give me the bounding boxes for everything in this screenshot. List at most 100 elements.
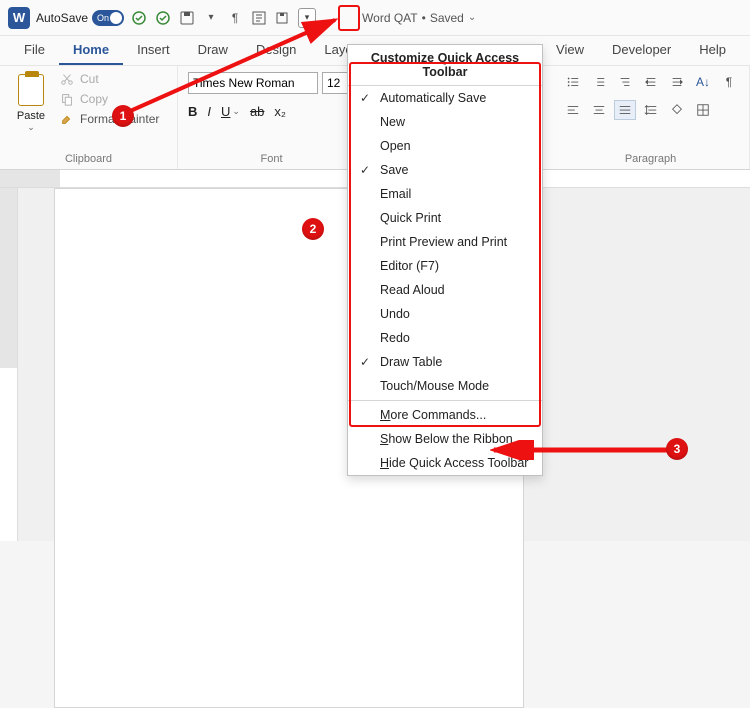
show-below-label: Show Below the Ribbon bbox=[380, 432, 513, 446]
menu-item-touch-mouse-mode[interactable]: Touch/Mouse Mode bbox=[348, 374, 542, 398]
qat-save-as-icon[interactable] bbox=[274, 9, 292, 27]
menu-item-label: Editor (F7) bbox=[380, 259, 439, 273]
tab-home[interactable]: Home bbox=[59, 36, 123, 65]
qat-icon-2[interactable] bbox=[154, 9, 172, 27]
menu-item-draw-table[interactable]: ✓ Draw Table bbox=[348, 350, 542, 374]
sort-button[interactable]: A↓ bbox=[692, 72, 714, 92]
menu-item-automatically-save[interactable]: ✓ Automatically Save bbox=[348, 86, 542, 110]
chevron-down-icon: ▾ bbox=[305, 12, 310, 23]
bullets-button[interactable] bbox=[562, 72, 584, 92]
menu-item-label: Print Preview and Print bbox=[380, 235, 507, 249]
scissors-icon bbox=[60, 72, 74, 86]
strike-button[interactable]: ab bbox=[250, 104, 264, 119]
group-label-font: Font bbox=[188, 151, 355, 165]
qat-text-icon[interactable] bbox=[250, 9, 268, 27]
cut-label: Cut bbox=[80, 72, 99, 86]
copy-button[interactable]: Copy bbox=[60, 92, 159, 106]
menu-show-below-ribbon[interactable]: Show Below the Ribbon bbox=[348, 427, 542, 451]
menu-item-label: New bbox=[380, 115, 405, 129]
menu-item-label: Draw Table bbox=[380, 355, 442, 369]
more-commands-label: More Commands... bbox=[380, 408, 486, 422]
menu-item-label: Automatically Save bbox=[380, 91, 486, 105]
check-icon: ✓ bbox=[358, 91, 372, 105]
menu-hide-qat[interactable]: Hide Quick Access Toolbar bbox=[348, 451, 542, 475]
align-justify-button[interactable] bbox=[614, 100, 636, 120]
tab-draw[interactable]: Draw bbox=[184, 36, 242, 65]
autosave[interactable]: AutoSave On bbox=[36, 10, 124, 26]
font-name-select[interactable] bbox=[188, 72, 318, 94]
paste-label: Paste bbox=[17, 110, 45, 122]
bold-button[interactable]: B bbox=[188, 104, 197, 119]
group-label-clipboard: Clipboard bbox=[10, 151, 167, 165]
menu-item-label: Quick Print bbox=[380, 211, 441, 225]
menu-item-undo[interactable]: Undo bbox=[348, 302, 542, 326]
document-title[interactable]: Word QAT • Saved ⌄ bbox=[362, 11, 476, 25]
line-spacing-button[interactable] bbox=[640, 100, 662, 120]
qat-customize-dropdown-button[interactable]: ▾ bbox=[298, 8, 316, 28]
qat-save-icon[interactable] bbox=[178, 9, 196, 27]
menu-item-label: Open bbox=[380, 139, 411, 153]
menu-item-label: Redo bbox=[380, 331, 410, 345]
autosave-toggle-state: On bbox=[97, 13, 109, 23]
group-font: B I U⌄ ab x₂ Font bbox=[178, 66, 366, 169]
group-paragraph: A↓ ¶ Paragraph bbox=[552, 66, 750, 169]
callout-badge-1: 1 bbox=[112, 105, 134, 127]
subscript-button[interactable]: x₂ bbox=[274, 104, 286, 119]
menu-item-label: Save bbox=[380, 163, 409, 177]
check-icon: ✓ bbox=[358, 163, 372, 177]
tab-developer[interactable]: Developer bbox=[598, 36, 685, 65]
borders-button[interactable] bbox=[692, 100, 714, 120]
menu-item-quick-print[interactable]: Quick Print bbox=[348, 206, 542, 230]
word-app-icon: W bbox=[8, 7, 30, 29]
menu-item-editor-f7-[interactable]: Editor (F7) bbox=[348, 254, 542, 278]
cut-button[interactable]: Cut bbox=[60, 72, 159, 86]
tab-help[interactable]: Help bbox=[685, 36, 740, 65]
menu-item-open[interactable]: Open bbox=[348, 134, 542, 158]
italic-button[interactable]: I bbox=[207, 104, 211, 119]
qat-icon-1[interactable] bbox=[130, 9, 148, 27]
vertical-ruler[interactable] bbox=[0, 188, 18, 541]
chevron-down-icon: ⌄ bbox=[232, 106, 240, 117]
numbering-button[interactable] bbox=[588, 72, 610, 92]
group-label-paragraph: Paragraph bbox=[562, 151, 739, 165]
format-painter-button[interactable]: Format Painter bbox=[60, 112, 159, 126]
saved-status: Saved bbox=[430, 11, 464, 25]
indent-left-button[interactable] bbox=[640, 72, 662, 92]
menu-item-read-aloud[interactable]: Read Aloud bbox=[348, 278, 542, 302]
menu-item-label: Touch/Mouse Mode bbox=[380, 379, 489, 393]
underline-button[interactable]: U⌄ bbox=[221, 104, 240, 119]
tab-design[interactable]: Design bbox=[242, 36, 310, 65]
paste-button[interactable]: Paste ⌄ bbox=[10, 72, 52, 133]
clipboard-icon bbox=[18, 74, 44, 106]
group-clipboard: Paste ⌄ Cut Copy Format Painter Clipboar… bbox=[0, 66, 178, 169]
shading-button[interactable] bbox=[666, 100, 688, 120]
chevron-down-icon: ⌄ bbox=[27, 122, 35, 133]
tab-file[interactable]: File bbox=[10, 36, 59, 65]
callout-badge-2: 2 bbox=[302, 218, 324, 240]
menu-more-commands[interactable]: More Commands... bbox=[348, 403, 542, 427]
brush-icon bbox=[60, 112, 74, 126]
doc-name: Word QAT bbox=[362, 11, 418, 25]
menu-item-email[interactable]: Email bbox=[348, 182, 542, 206]
qat-chevron-icon[interactable]: ▾ bbox=[202, 9, 220, 27]
menu-item-new[interactable]: New bbox=[348, 110, 542, 134]
menu-item-print-preview-and-print[interactable]: Print Preview and Print bbox=[348, 230, 542, 254]
separator bbox=[348, 400, 542, 401]
multilevel-button[interactable] bbox=[614, 72, 636, 92]
autosave-label: AutoSave bbox=[36, 11, 88, 25]
tab-view[interactable]: View bbox=[542, 36, 598, 65]
menu-item-label: Email bbox=[380, 187, 411, 201]
qat-pilcrow-icon[interactable]: ¶ bbox=[226, 9, 244, 27]
indent-right-button[interactable] bbox=[666, 72, 688, 92]
pilcrow-button[interactable]: ¶ bbox=[718, 72, 740, 92]
align-center-button[interactable] bbox=[588, 100, 610, 120]
check-icon: ✓ bbox=[358, 355, 372, 369]
dropdown-title: Customize Quick Access Toolbar bbox=[348, 45, 542, 86]
copy-icon bbox=[60, 92, 74, 106]
tab-insert[interactable]: Insert bbox=[123, 36, 184, 65]
autosave-toggle[interactable]: On bbox=[92, 10, 124, 26]
chevron-down-icon: ⌄ bbox=[468, 12, 476, 23]
menu-item-redo[interactable]: Redo bbox=[348, 326, 542, 350]
menu-item-save[interactable]: ✓ Save bbox=[348, 158, 542, 182]
align-left-button[interactable] bbox=[562, 100, 584, 120]
